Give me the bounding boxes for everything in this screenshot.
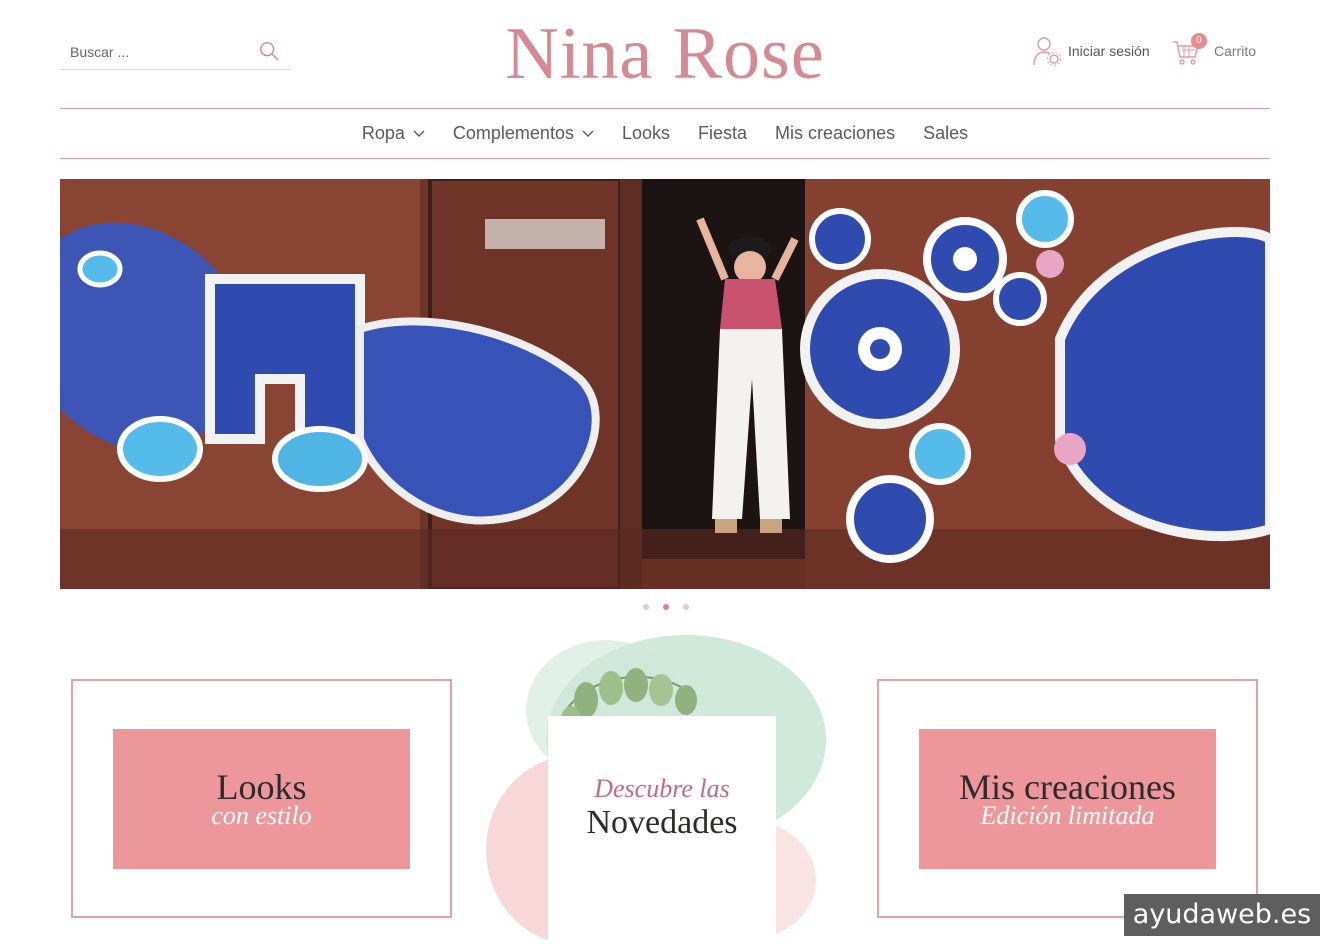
- slider-dots: [0, 604, 1332, 610]
- login-link[interactable]: Iniciar sesión: [1032, 34, 1150, 68]
- novedades-line2: Novedades: [586, 804, 738, 841]
- chevron-down-icon: [582, 130, 594, 137]
- nav-item-fiesta[interactable]: Fiesta: [698, 123, 747, 144]
- user-settings-icon: [1033, 37, 1061, 66]
- nav-item-sales[interactable]: Sales: [923, 123, 968, 144]
- nav-item-complementos[interactable]: Complementos: [453, 123, 594, 144]
- nav-item-label: Mis creaciones: [775, 123, 896, 143]
- novedades-line1: Descubre las: [594, 774, 730, 803]
- login-label: Iniciar sesión: [1068, 43, 1150, 59]
- slider-dot-3[interactable]: [683, 604, 689, 610]
- cart-label: Carrito: [1214, 43, 1257, 59]
- nav-item-label: Ropa: [361, 123, 405, 143]
- nav-item-mis-creaciones[interactable]: Mis creaciones: [775, 123, 895, 144]
- promo-creaciones-banner: Mis creaciones Edición limitada: [919, 729, 1216, 869]
- promo-looks-title: Looks: [216, 767, 307, 807]
- search-box: [60, 36, 290, 70]
- cart-count-badge: 0: [1191, 33, 1207, 49]
- slider-dot-1[interactable]: [643, 604, 649, 610]
- chevron-down-icon: [413, 130, 425, 137]
- slider-dot-2[interactable]: [663, 604, 669, 610]
- promo-looks-banner: Looks con estilo: [113, 729, 410, 869]
- hero-image: [60, 179, 1270, 589]
- site-logo-link[interactable]: Nina Rose: [480, 0, 850, 100]
- promo-looks[interactable]: Looks con estilo: [71, 679, 452, 918]
- site-logo: Nina Rose: [505, 13, 825, 95]
- promo-looks-subtitle: con estilo: [211, 801, 312, 830]
- nav-item-ropa[interactable]: Ropa: [362, 123, 425, 144]
- search-input[interactable]: [70, 44, 250, 60]
- promo-creaciones-subtitle: Edición limitada: [980, 801, 1155, 830]
- nav-item-label: Looks: [621, 123, 671, 143]
- cart-link[interactable]: 0 Carrito: [1172, 33, 1257, 68]
- promo-creaciones-title: Mis creaciones: [959, 767, 1176, 807]
- promo-novedades[interactable]: Descubre las Novedades: [486, 630, 836, 944]
- promo-mis-creaciones[interactable]: Mis creaciones Edición limitada: [877, 679, 1258, 918]
- hero-slider[interactable]: [60, 179, 1270, 589]
- nav-item-looks[interactable]: Looks: [622, 123, 670, 144]
- novedades-card: Descubre las Novedades: [548, 716, 776, 944]
- nav-item-label: Fiesta: [698, 123, 748, 143]
- cart-icon-wrap: 0: [1172, 33, 1207, 66]
- site-header: Nina Rose Iniciar sesión 0 Carrito: [60, 0, 1270, 108]
- main-nav: Ropa Complementos Looks Fiesta Mis creac…: [60, 108, 1270, 159]
- nav-item-label: Sales: [923, 123, 969, 143]
- watermark: ayudaweb.es: [1124, 894, 1320, 936]
- nav-item-label: Complementos: [452, 123, 574, 143]
- search-icon[interactable]: [258, 40, 280, 62]
